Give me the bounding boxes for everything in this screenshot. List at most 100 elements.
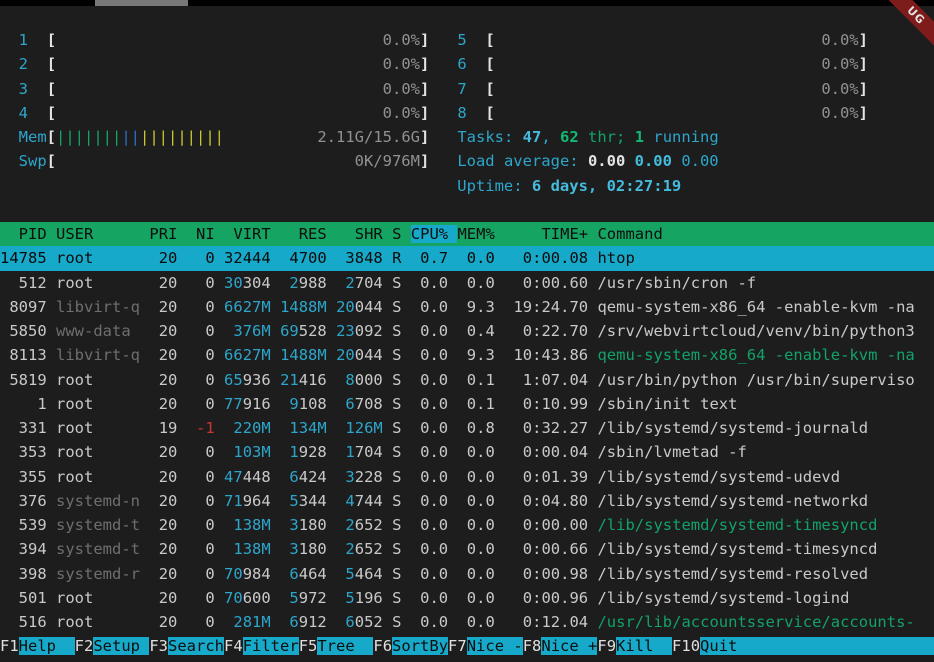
- cell-pid: 1: [0, 395, 47, 413]
- fkey-help-button[interactable]: Help: [19, 637, 75, 655]
- cell-cpu: 0.0: [411, 565, 448, 583]
- column-header-mempct[interactable]: MEM%: [457, 225, 494, 243]
- cell-mem: 9.3: [457, 346, 494, 364]
- column-header-ni[interactable]: NI: [187, 225, 215, 243]
- fkey-f4-key[interactable]: F4: [224, 637, 243, 655]
- process-row-539[interactable]: 539 systemd-t 20 0 138M 3180 2652 S 0.0 …: [0, 513, 934, 537]
- process-row-394[interactable]: 394 systemd-t 20 0 138M 3180 2652 S 0.0 …: [0, 537, 934, 561]
- swap-load-row: Swp[ 0K/976M] Load average: 0.00 0.00 0.…: [0, 149, 934, 173]
- fkey-f1-key[interactable]: F1: [0, 637, 19, 655]
- fkey-nice--button[interactable]: Nice -: [467, 637, 523, 655]
- fkey-f9-key[interactable]: F9: [597, 637, 616, 655]
- process-row-353[interactable]: 353 root 20 0 103M 1928 1704 S 0.0 0.0 0…: [0, 440, 934, 464]
- column-header-timeplus[interactable]: TIME+: [504, 225, 588, 243]
- cell-mem: 0.0: [457, 468, 494, 486]
- uptime-row: Uptime: 6 days, 02:27:19: [0, 174, 934, 198]
- column-header-user[interactable]: USER: [56, 225, 140, 243]
- fkey-f10-key[interactable]: F10: [672, 637, 700, 655]
- fkey-f8-key[interactable]: F8: [523, 637, 542, 655]
- process-row-501[interactable]: 501 root 20 0 70600 5972 5196 S 0.0 0.0 …: [0, 586, 934, 610]
- fkey-tree-button[interactable]: Tree: [317, 637, 373, 655]
- load-15min: 0.00: [681, 152, 718, 170]
- cell-user: root: [56, 589, 140, 607]
- cell-pri: 20: [149, 492, 177, 510]
- process-row-8097[interactable]: 8097 libvirt-q 20 0 6627M 1488M 20044 S …: [0, 295, 934, 319]
- column-header-res[interactable]: RES: [280, 225, 327, 243]
- fkey-f7-key[interactable]: F7: [448, 637, 467, 655]
- meter-close-bracket: ]: [420, 104, 429, 122]
- tasks-label: Tasks:: [457, 128, 522, 146]
- cell-pri: 20: [149, 468, 177, 486]
- cell-mem: 0.0: [457, 516, 494, 534]
- cell-pid: 394: [0, 540, 47, 558]
- cell-time: 0:00.00: [504, 516, 588, 534]
- fkey-f6-key[interactable]: F6: [373, 637, 392, 655]
- fkey-filter-button[interactable]: Filter: [243, 637, 299, 655]
- fkey-kill-button[interactable]: Kill: [616, 637, 672, 655]
- process-row-376[interactable]: 376 systemd-n 20 0 71964 5344 4744 S 0.0…: [0, 489, 934, 513]
- cell-virt: 65: [224, 371, 243, 389]
- fkey-quit-button[interactable]: Quit: [700, 637, 737, 655]
- cpu-5-label: 5: [457, 31, 466, 49]
- cpu-6-value: 0.0%: [821, 55, 858, 73]
- cell-res: 21: [280, 371, 299, 389]
- cell-virt: 220M: [224, 419, 271, 437]
- cell-command: /usr/sbin/cron -f: [597, 274, 756, 292]
- process-row-5850[interactable]: 5850 www-data 20 0 376M 69528 23092 S 0.…: [0, 319, 934, 343]
- cell-mem: 0.0: [457, 613, 494, 631]
- cell-shr: 20: [336, 346, 355, 364]
- process-row-331[interactable]: 331 root 19 -1 220M 134M 126M S 0.0 0.8 …: [0, 416, 934, 440]
- fkey-search-button[interactable]: Search: [168, 637, 224, 655]
- cell-user: root: [56, 419, 140, 437]
- mem-bar-blue: ||: [121, 128, 140, 146]
- cell-command: /lib/systemd/systemd-timesyncd: [597, 540, 877, 558]
- cell-shr: 5: [336, 565, 355, 583]
- cell-time: 0:00.08: [504, 249, 588, 267]
- fkey-f5-key[interactable]: F5: [299, 637, 318, 655]
- process-row-398[interactable]: 398 systemd-r 20 0 70984 6464 5464 S 0.0…: [0, 562, 934, 586]
- column-header-shr[interactable]: SHR: [336, 225, 383, 243]
- cell-shr: 20: [336, 298, 355, 316]
- fkey-f3-key[interactable]: F3: [149, 637, 168, 655]
- process-row-512[interactable]: 512 root 20 0 30304 2988 2704 S 0.0 0.0 …: [0, 271, 934, 295]
- cell-cpu: 0.0: [411, 540, 448, 558]
- column-header-pri[interactable]: PRI: [149, 225, 177, 243]
- swap-meter-label: Swp: [19, 152, 47, 170]
- cell-user: systemd-r: [56, 565, 140, 583]
- cpu-8-label: 8: [457, 104, 466, 122]
- column-header-virt[interactable]: VIRT: [224, 225, 271, 243]
- cell-command: /lib/systemd/systemd-networkd: [597, 492, 868, 510]
- cell-pid: 398: [0, 565, 47, 583]
- column-header-pid[interactable]: PID: [0, 225, 47, 243]
- process-row-516[interactable]: 516 root 20 0 281M 6912 6052 S 0.0 0.0 0…: [0, 610, 934, 634]
- process-row-1[interactable]: 1 root 20 0 77916 9108 6708 S 0.0 0.1 0:…: [0, 392, 934, 416]
- column-header-cpupct[interactable]: CPU%: [411, 225, 448, 243]
- cell-user: root: [56, 249, 140, 267]
- process-row-355[interactable]: 355 root 20 0 47448 6424 3228 S 0.0 0.0 …: [0, 465, 934, 489]
- cell-shr: 126M: [336, 419, 383, 437]
- cell-command: /srv/webvirtcloud/venv/bin/python3: [597, 322, 914, 340]
- cell-time: 0:00.96: [504, 589, 588, 607]
- fkey-sortby-button[interactable]: SortBy: [392, 637, 448, 655]
- fkey-f2-key[interactable]: F2: [75, 637, 94, 655]
- process-row-8113[interactable]: 8113 libvirt-q 20 0 6627M 1488M 20044 S …: [0, 343, 934, 367]
- cell-pid: 353: [0, 443, 47, 461]
- cell-time: 10:43.86: [504, 346, 588, 364]
- cpu-1-label: 1: [19, 31, 28, 49]
- mem-bar-yellow: |||||||||: [140, 128, 224, 146]
- column-header-command[interactable]: Command: [597, 225, 662, 243]
- process-row-14785[interactable]: 14785 root 20 0 32444 4700 3848 R 0.7 0.…: [0, 246, 934, 270]
- cpu-1-value: 0.0%: [383, 31, 420, 49]
- cell-ni: 0: [187, 516, 215, 534]
- fkey-nice--button[interactable]: Nice +: [541, 637, 597, 655]
- cell-cpu: 0.0: [411, 419, 448, 437]
- cell-pri: 20: [149, 298, 177, 316]
- cell-pri: 20: [149, 274, 177, 292]
- meter-close-bracket: ]: [420, 55, 429, 73]
- fkey-setup-button[interactable]: Setup: [93, 637, 149, 655]
- process-row-5819[interactable]: 5819 root 20 0 65936 21416 8000 S 0.0 0.…: [0, 368, 934, 392]
- cpu-2-label: 2: [19, 55, 28, 73]
- cell-cpu: 0.0: [411, 443, 448, 461]
- cell-virt: 77: [224, 395, 243, 413]
- tasks-threads: 62: [560, 128, 579, 146]
